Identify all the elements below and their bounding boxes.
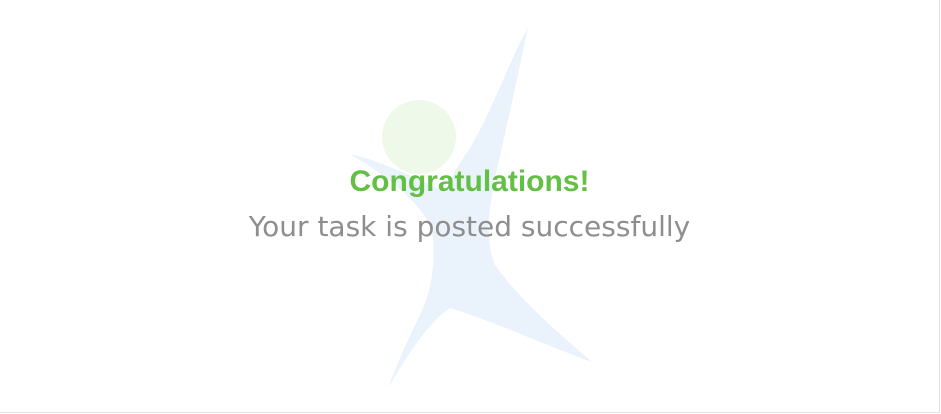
success-panel: Congratulations! Your task is posted suc… [0,0,940,413]
success-message: Congratulations! Your task is posted suc… [0,160,939,250]
success-headline: Congratulations! [349,165,590,198]
success-subtitle: Your task is posted successfully [248,210,691,243]
